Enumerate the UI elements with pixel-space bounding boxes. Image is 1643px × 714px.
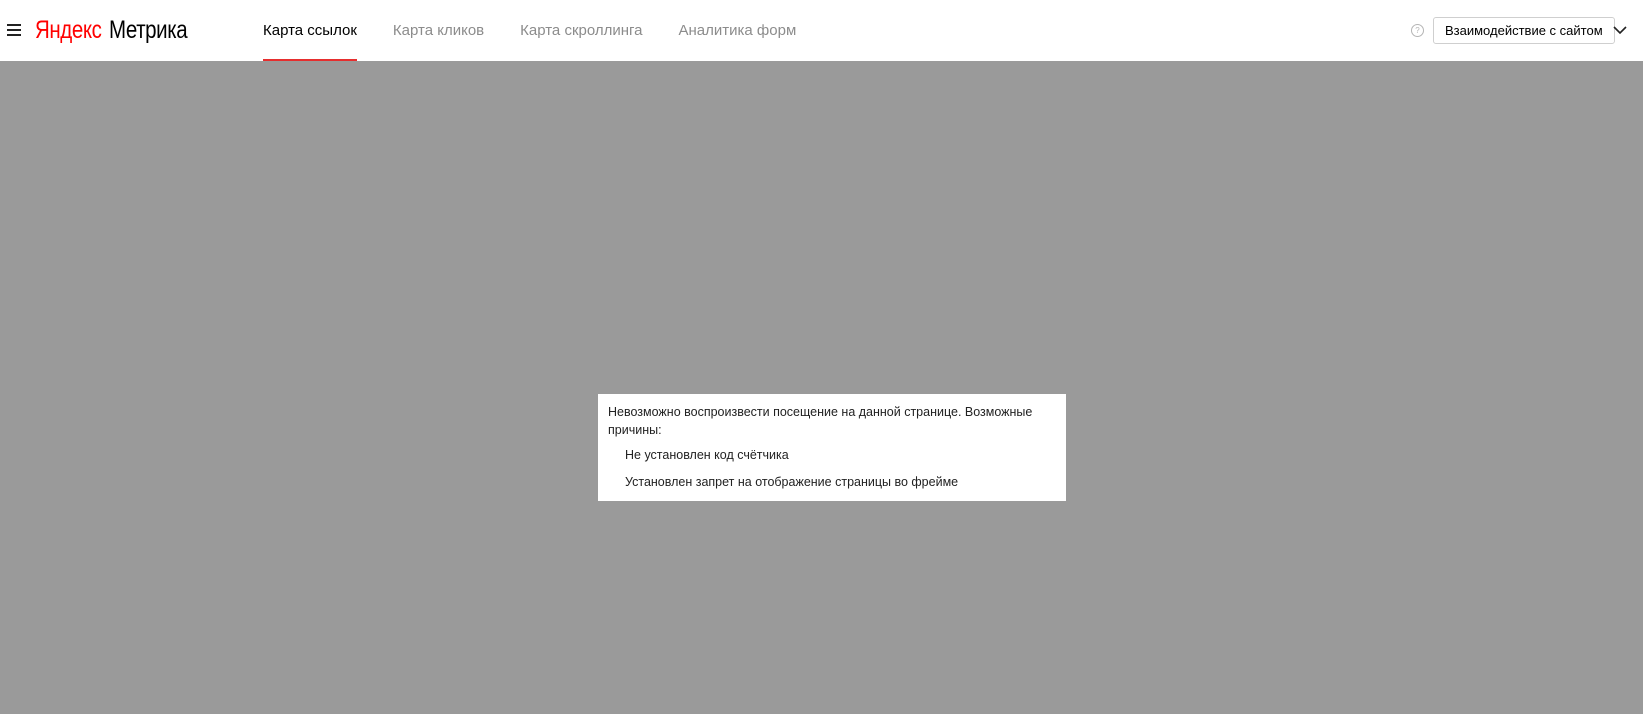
site-interaction-button[interactable]: Взаимодействие с сайтом <box>1433 17 1615 44</box>
tab-link-map[interactable]: Карта ссылок <box>263 0 357 61</box>
logo[interactable]: Яндекс Метрика <box>35 13 204 47</box>
logo-brand: Яндекс <box>35 16 102 44</box>
reason-item: Установлен запрет на отображение страниц… <box>625 475 959 489</box>
tab-form-analytics[interactable]: Аналитика форм <box>679 0 797 61</box>
reason-item: Не установлен код счётчика <box>625 448 789 462</box>
hamburger-menu-icon[interactable] <box>7 24 21 36</box>
replay-error-message: Невозможно воспроизвести посещение на да… <box>598 394 1066 501</box>
chevron-down-icon[interactable] <box>1612 22 1628 38</box>
tab-click-map[interactable]: Карта кликов <box>393 0 484 61</box>
tab-bar: Карта ссылок Карта кликов Карта скроллин… <box>263 0 832 61</box>
tab-scroll-map[interactable]: Карта скроллинга <box>520 0 642 61</box>
reasons-list: Не установлен код счётчика Установлен за… <box>608 447 1056 491</box>
logo-product: Метрика <box>108 16 188 44</box>
top-bar: Яндекс Метрика Карта ссылок Карта кликов… <box>0 0 1643 61</box>
error-text: Невозможно воспроизвести посещение на да… <box>608 405 1033 437</box>
help-icon[interactable]: ? <box>1411 24 1424 37</box>
